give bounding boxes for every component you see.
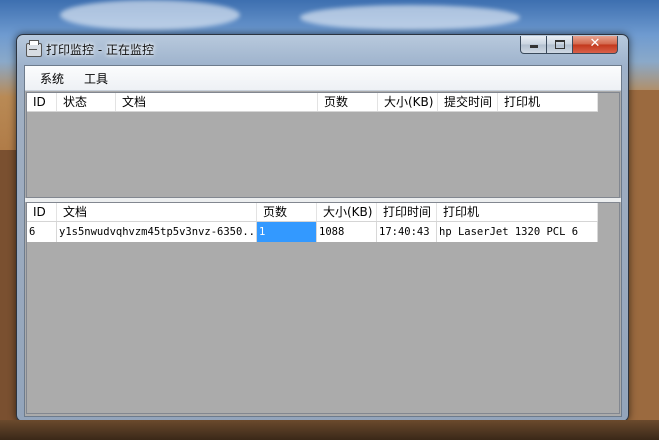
minimize-button[interactable] (520, 36, 547, 54)
menu-tools[interactable]: 工具 (84, 70, 108, 87)
cell-size: 1088 (317, 222, 377, 242)
window-title: 打印监控 - 正在监控 (46, 43, 154, 57)
queue-list-header: ID 状态 文档 页数 大小(KB) 提交时间 打印机 (27, 93, 598, 112)
table-row[interactable]: 6 y1s5nwudvqhvzm45tp5v3nvz-6350... 1 108… (27, 222, 598, 242)
col-pages[interactable]: 页数 (257, 203, 317, 221)
desktop-bottom-strip (0, 420, 659, 440)
col-size[interactable]: 大小(KB) (378, 93, 438, 111)
cell-pages[interactable]: 1 (257, 222, 317, 242)
col-document[interactable]: 文档 (116, 93, 318, 111)
history-list-header: ID 文档 页数 大小(KB) 打印时间 打印机 (27, 203, 598, 222)
menu-bar: 系统 工具 (25, 66, 621, 91)
minimize-icon (529, 45, 538, 48)
cell-printer: hp LaserJet 1320 PCL 6 (437, 222, 598, 242)
col-submit-time[interactable]: 提交时间 (438, 93, 498, 111)
maximize-button[interactable] (546, 36, 573, 54)
col-printer[interactable]: 打印机 (498, 93, 598, 111)
print-queue-list[interactable]: ID 状态 文档 页数 大小(KB) 提交时间 打印机 (26, 92, 620, 198)
menu-system[interactable]: 系统 (40, 70, 64, 87)
col-pages[interactable]: 页数 (318, 93, 378, 111)
col-status[interactable]: 状态 (57, 93, 116, 111)
col-id[interactable]: ID (27, 203, 57, 221)
print-history-list[interactable]: ID 文档 页数 大小(KB) 打印时间 打印机 6 y1s5nwudvqhvz… (26, 202, 620, 414)
close-button[interactable]: ✕ (572, 36, 618, 54)
col-size[interactable]: 大小(KB) (317, 203, 377, 221)
col-print-time[interactable]: 打印时间 (377, 203, 437, 221)
client-area: 系统 工具 ID 状态 文档 页数 大小(KB) 提交时间 打印机 ID 文档 … (24, 65, 622, 417)
cell-print-time: 17:40:43 (377, 222, 437, 242)
maximize-icon (554, 40, 565, 49)
col-printer[interactable]: 打印机 (437, 203, 598, 221)
close-icon: ✕ (589, 36, 601, 51)
cell-id: 6 (27, 222, 57, 242)
title-bar[interactable]: 打印监控 - 正在监控 ✕ (17, 35, 628, 63)
printer-icon (26, 40, 42, 57)
print-monitor-window: 打印监控 - 正在监控 ✕ 系统 工具 ID 状态 文档 页数 大小(KB) 提… (16, 34, 629, 422)
col-id[interactable]: ID (27, 93, 57, 111)
col-document[interactable]: 文档 (57, 203, 257, 221)
cell-document: y1s5nwudvqhvzm45tp5v3nvz-6350... (57, 222, 257, 242)
